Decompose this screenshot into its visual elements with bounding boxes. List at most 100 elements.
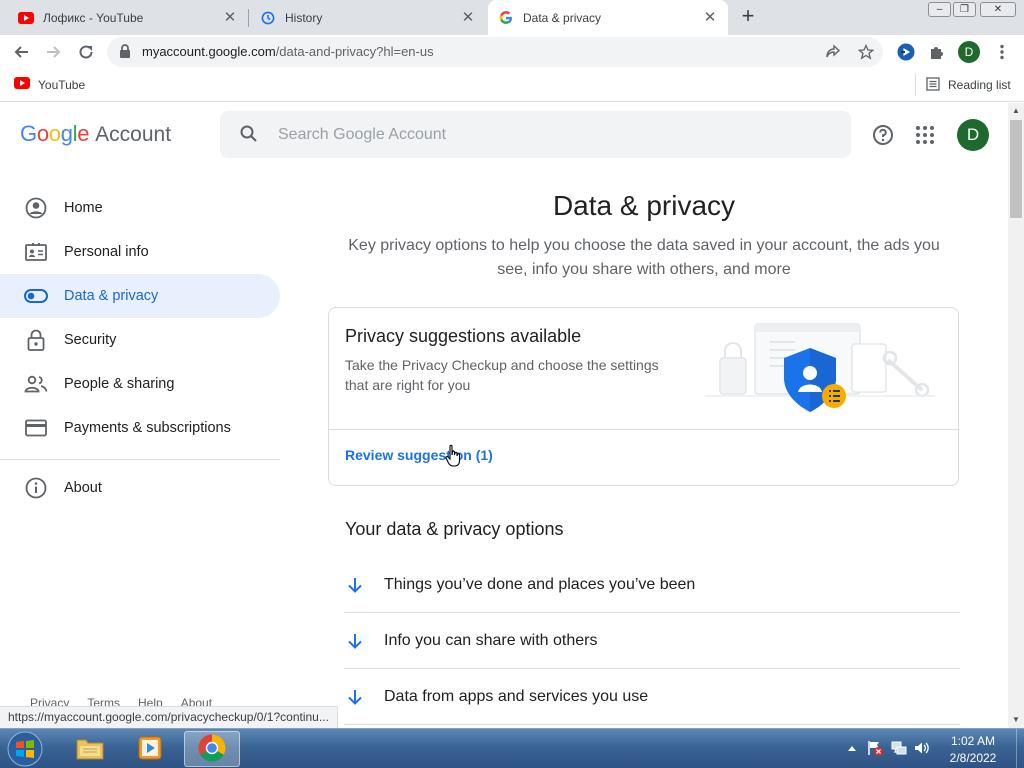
new-tab-button[interactable]: + — [738, 5, 758, 28]
close-window-button[interactable]: ✕ — [980, 2, 1016, 17]
avatar[interactable]: D — [957, 119, 989, 151]
arrow-down-icon — [344, 630, 366, 652]
sidebar-item-label: Data & privacy — [64, 288, 159, 304]
page-subtitle: Key privacy options to help you choose t… — [348, 237, 940, 278]
arrow-down-icon — [344, 574, 366, 596]
hand-cursor-icon — [445, 444, 463, 468]
media-player-icon — [136, 734, 164, 765]
close-tab-icon[interactable]: ✕ — [702, 9, 718, 26]
reading-list-label: Reading list — [948, 78, 1011, 92]
taskbar-explorer[interactable] — [62, 731, 118, 767]
tab-title: Лофикс - YouTube — [43, 10, 144, 25]
status-bar-url: https://myaccount.google.com/privacychec… — [0, 706, 338, 728]
sidebar-item-label: Home — [64, 200, 103, 216]
google-g-icon — [498, 10, 514, 26]
tab-separator — [248, 9, 249, 27]
sidebar-item-label: People & sharing — [64, 376, 175, 392]
info-icon — [24, 476, 48, 500]
folder-icon — [75, 735, 105, 764]
sidebar-item-label: Personal info — [64, 244, 149, 260]
privacy-shield-illustration — [700, 318, 940, 418]
account-wordmark: Account — [95, 123, 172, 146]
scroll-down-icon[interactable]: ▼ — [1008, 712, 1024, 728]
start-button[interactable] — [3, 730, 47, 768]
option-row-apps-data[interactable]: Data from apps and services you use — [344, 669, 960, 725]
google-wordmark: Google — [20, 121, 90, 146]
tray-expand-icon[interactable] — [843, 739, 861, 757]
google-account-logo[interactable]: Google Account — [20, 121, 171, 147]
search-icon[interactable] — [239, 124, 259, 144]
share-icon[interactable] — [824, 43, 842, 61]
url-host: myaccount.google.com — [142, 44, 276, 59]
help-icon[interactable] — [872, 124, 894, 146]
sidebar-item-label: About — [64, 480, 102, 496]
bookmark-youtube[interactable]: YouTube — [14, 77, 85, 92]
minimize-button[interactable]: – — [928, 2, 951, 17]
option-row-info-share[interactable]: Info you can share with others — [344, 613, 960, 669]
kebab-menu-icon[interactable] — [993, 43, 1011, 61]
account-circle-icon — [24, 196, 48, 220]
bookmark-label: YouTube — [38, 77, 86, 92]
sidebar-item-data-privacy[interactable]: Data & privacy — [0, 274, 280, 318]
tab-title: History — [285, 10, 323, 25]
scroll-up-icon[interactable]: ▲ — [1008, 103, 1024, 119]
sidebar-divider — [0, 459, 280, 460]
id-card-icon — [24, 240, 48, 264]
sidebar-item-personal-info[interactable]: Personal info — [0, 230, 280, 274]
option-label: Info you can share with others — [384, 631, 598, 649]
youtube-icon — [18, 10, 34, 26]
chrome-icon — [197, 733, 227, 766]
taskbar-clock[interactable]: 1:02 AM 2/8/2022 — [936, 733, 1010, 767]
tab-title: Data & privacy — [523, 10, 602, 25]
scrollbar-thumb[interactable] — [1010, 120, 1022, 218]
profile-avatar[interactable]: D — [958, 41, 980, 63]
action-center-flag-icon[interactable] — [866, 739, 884, 757]
restore-button[interactable]: ❐ — [953, 2, 976, 17]
taskbar-media-player[interactable] — [122, 731, 178, 767]
extension-icon[interactable] — [897, 43, 915, 61]
close-tab-icon[interactable]: ✕ — [222, 9, 238, 26]
sidebar-item-home[interactable]: Home — [0, 186, 280, 230]
sidebar-item-about[interactable]: About — [0, 466, 280, 510]
sidebar-item-people-sharing[interactable]: People & sharing — [0, 362, 280, 406]
arrow-down-icon — [344, 686, 366, 708]
tab-data-privacy[interactable]: Data & privacy ✕ — [488, 0, 728, 35]
close-tab-icon[interactable]: ✕ — [460, 9, 476, 26]
option-row-activity[interactable]: Things you’ve done and places you’ve bee… — [344, 557, 960, 613]
tab-youtube[interactable]: Лофикс - YouTube ✕ — [8, 0, 248, 35]
apps-grid-icon[interactable] — [914, 124, 936, 146]
reload-icon[interactable] — [74, 40, 98, 64]
credit-card-icon — [24, 416, 48, 440]
card-divider — [329, 429, 958, 430]
reading-list-button[interactable]: Reading list — [915, 74, 1011, 96]
option-label: Data from apps and services you use — [384, 687, 649, 705]
youtube-icon — [14, 77, 30, 92]
card-description: Take the Privacy Checkup and choose the … — [345, 357, 659, 393]
lock-icon — [24, 328, 48, 352]
options-section-title: Your data & privacy options — [345, 519, 564, 539]
people-icon — [24, 372, 48, 396]
show-desktop-button[interactable] — [1016, 729, 1024, 768]
url-text: myaccount.google.com/data-and-privacy?hl… — [142, 44, 434, 59]
card-title: Privacy suggestions available — [345, 326, 582, 346]
url-path: /data-and-privacy?hl=en-us — [275, 44, 434, 59]
star-icon[interactable] — [857, 43, 875, 61]
forward-icon[interactable] — [42, 40, 66, 64]
tab-history[interactable]: History ✕ — [250, 0, 486, 35]
sidebar-item-security[interactable]: Security — [0, 318, 280, 362]
option-label: Things you’ve done and places you’ve bee… — [384, 575, 696, 593]
back-icon[interactable] — [9, 40, 33, 64]
puzzle-icon[interactable] — [928, 43, 946, 61]
volume-icon[interactable] — [913, 739, 931, 757]
network-icon[interactable] — [890, 739, 908, 757]
clock-time: 1:02 AM — [950, 734, 996, 748]
review-suggestion-link[interactable]: Review suggestion (1) — [345, 447, 493, 463]
bookmarks-bar — [0, 69, 1024, 102]
clock-date: 2/8/2022 — [949, 751, 997, 765]
toggle-icon — [24, 284, 48, 308]
sidebar-item-label: Security — [64, 332, 117, 348]
taskbar-chrome[interactable] — [184, 731, 240, 767]
search-input[interactable] — [270, 122, 830, 148]
sidebar-item-payments[interactable]: Payments & subscriptions — [0, 406, 280, 450]
lock-icon[interactable] — [119, 43, 131, 59]
